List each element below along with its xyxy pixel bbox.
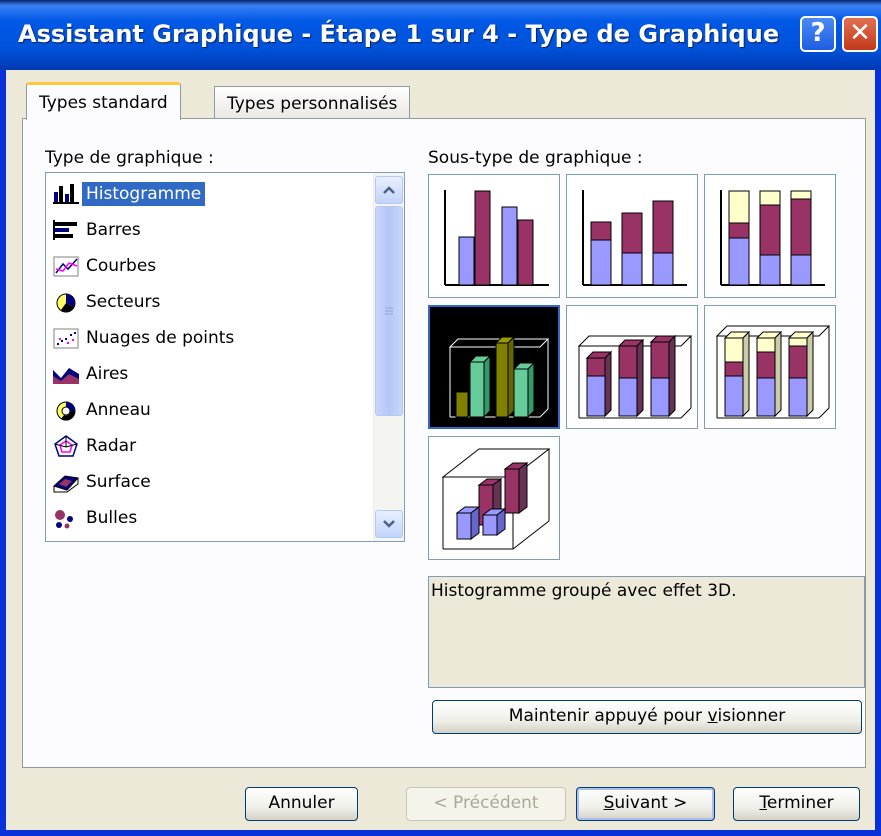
list-item-label: Radar <box>86 436 137 456</box>
list-item-courbes[interactable]: Courbes <box>50 249 160 283</box>
area-chart-icon <box>50 360 82 388</box>
clustered-column-icon <box>444 190 549 286</box>
3d-stacked-column-icon <box>577 334 693 419</box>
subtype-clustered-column[interactable] <box>428 174 560 298</box>
chevron-up-icon <box>383 186 395 194</box>
finish-button[interactable]: Terminer <box>733 787 860 821</box>
tab-types-standard[interactable]: Types standard <box>26 82 181 120</box>
list-item-aires[interactable]: Aires <box>50 357 132 391</box>
3d-column-icon <box>441 448 551 550</box>
scatter-chart-icon <box>50 324 82 352</box>
cancel-button[interactable]: Annuler <box>245 787 358 821</box>
window-title: Assistant Graphique - Étape 1 sur 4 - Ty… <box>18 20 780 48</box>
list-item-label: Surface <box>86 472 151 492</box>
line-chart-icon <box>50 252 82 280</box>
subtype-3d-clustered-column[interactable] <box>428 305 560 429</box>
subtype-3d-column[interactable] <box>428 436 560 560</box>
list-item-radar[interactable]: Radar <box>50 429 140 463</box>
3d-clustered-column-icon <box>430 307 558 427</box>
subtype-3d-100-stacked-column[interactable] <box>704 305 836 429</box>
title-bar[interactable]: Assistant Graphique - Étape 1 sur 4 - Ty… <box>0 0 881 70</box>
surface-chart-icon <box>50 468 82 496</box>
list-item-label: Bulles <box>86 508 138 528</box>
list-item-nuages-de-points[interactable]: Nuages de points <box>50 321 238 355</box>
3d-percent-stacked-column-icon <box>715 325 831 419</box>
list-item-surface[interactable]: Surface <box>50 465 155 499</box>
subtype-stacked-column[interactable] <box>566 174 698 298</box>
press-and-hold-preview-button[interactable]: Maintenir appuyé pour visionner <box>432 700 862 734</box>
list-item-bulles[interactable]: Bulles <box>50 501 141 535</box>
stacked-column-icon <box>582 190 687 286</box>
scroll-down-button[interactable] <box>375 510 403 538</box>
chart-type-list[interactable]: Histogramme Barres Courbes Secteurs Nuag… <box>45 172 405 542</box>
tab-types-personnalises[interactable]: Types personnalisés <box>214 86 411 119</box>
subtype-100-stacked-column[interactable] <box>704 174 836 298</box>
back-button[interactable]: < Précédent <box>406 787 566 821</box>
list-item-label: Barres <box>86 220 141 240</box>
chevron-down-icon <box>383 520 395 528</box>
percent-stacked-column-icon <box>720 190 825 286</box>
list-item-label: Aires <box>86 364 129 384</box>
radar-chart-icon <box>50 432 82 460</box>
subtype-3d-stacked-column[interactable] <box>566 305 698 429</box>
subtype-description: Histogramme groupé avec effet 3D. <box>428 576 865 688</box>
bubble-chart-icon <box>50 504 82 532</box>
scroll-thumb[interactable] <box>375 206 403 416</box>
list-item-label: Anneau <box>86 400 151 420</box>
bar-chart-icon <box>50 216 82 244</box>
list-item-barres[interactable]: Barres <box>50 213 145 247</box>
next-button[interactable]: Suivant > <box>576 787 715 821</box>
chart-type-label: Type de graphique : <box>45 148 214 168</box>
chart-subtype-label: Sous-type de graphique : <box>428 148 643 168</box>
list-item-secteurs[interactable]: Secteurs <box>50 285 164 319</box>
list-item-label: Histogramme <box>82 182 206 206</box>
help-button[interactable]: ? <box>800 16 836 52</box>
list-item-label: Secteurs <box>86 292 161 312</box>
column-chart-icon <box>50 180 82 208</box>
scroll-up-button[interactable] <box>375 176 403 204</box>
list-scrollbar[interactable] <box>373 173 404 541</box>
list-item-label: Nuages de points <box>86 328 235 348</box>
list-item-label: Courbes <box>86 256 157 276</box>
list-item-anneau[interactable]: Anneau <box>50 393 155 427</box>
doughnut-chart-icon <box>50 396 82 424</box>
list-item-histogramme[interactable]: Histogramme <box>50 177 206 211</box>
close-button[interactable]: ✕ <box>842 16 878 52</box>
pie-chart-icon <box>50 288 82 316</box>
